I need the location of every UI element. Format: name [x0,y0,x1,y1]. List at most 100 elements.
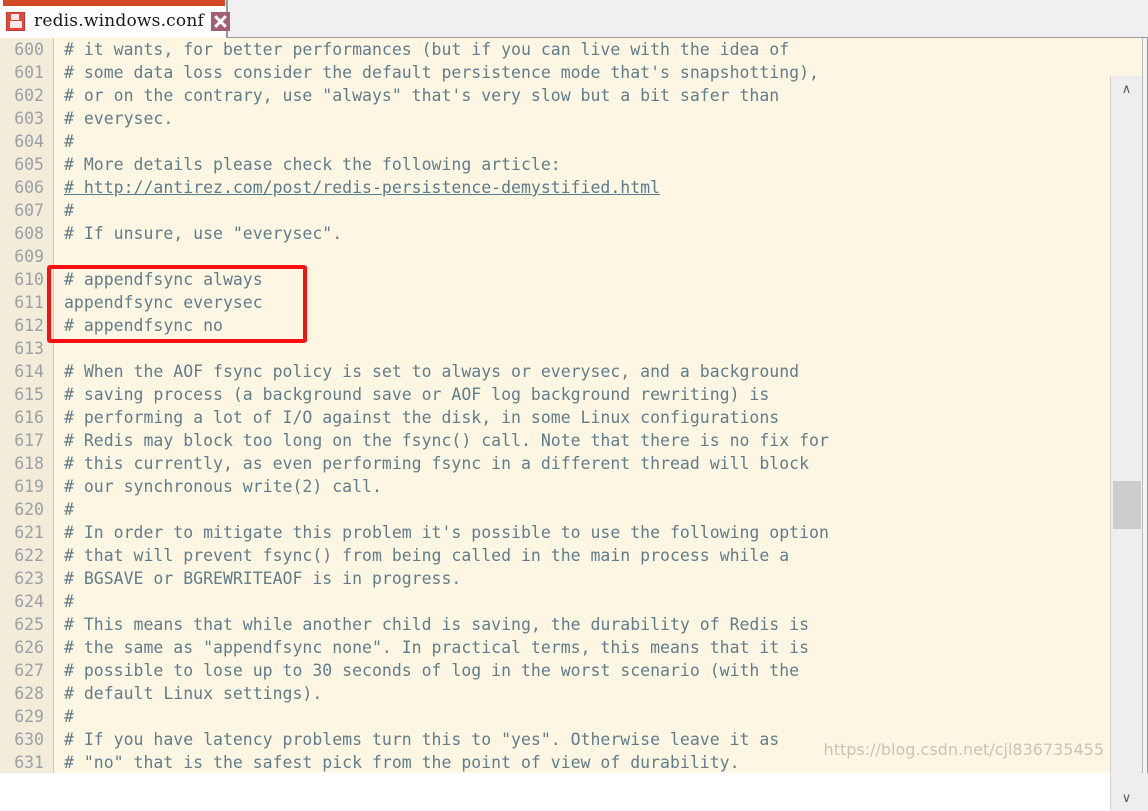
code-line[interactable]: 621 # In order to mitigate this problem i… [0,521,1110,544]
tab-title: redis.windows.conf [34,11,204,31]
vertical-scrollbar[interactable]: ∧ ∨ [1110,38,1148,811]
line-number: 620 [14,500,44,519]
code-line-text: # BGSAVE or BGREWRITEAOF is in progress. [64,569,462,588]
code-line-text: # that will prevent fsync() from being c… [64,546,790,565]
code-line-text: # our synchronous write(2) call. [64,477,382,496]
code-line[interactable]: 625 # This means that while another child… [0,613,1110,636]
line-number: 618 [14,454,44,473]
code-line[interactable]: 628 # default Linux settings). [0,682,1110,705]
line-number: 605 [14,155,44,174]
code-line-text: # default Linux settings). [64,684,323,703]
code-line[interactable]: 620 # [0,498,1110,521]
line-number: 602 [14,86,44,105]
line-number: 608 [14,224,44,243]
code-line-text: # If unsure, use "everysec". [64,224,343,243]
code-line[interactable]: 612 # appendfsync no [0,314,1110,337]
code-line-text: # or on the contrary, use "always" that'… [64,86,780,105]
line-number: 610 [14,270,44,289]
code-lines-container[interactable]: 600 # it wants, for better performances (… [0,38,1110,773]
line-number: 604 [14,132,44,151]
line-number: 628 [14,684,44,703]
editor-tab-redis-windows-conf[interactable]: redis.windows.conf [0,0,230,38]
code-line[interactable]: 616 # performing a lot of I/O against the… [0,406,1110,429]
code-line-text: # possible to lose up to 30 seconds of l… [64,661,800,680]
code-line-link[interactable]: # http://antirez.com/post/redis-persiste… [64,176,660,199]
line-number: 603 [14,109,44,128]
code-line-text: # appendfsync always [64,270,263,289]
scroll-down-arrow-icon[interactable]: ∨ [1111,785,1142,811]
line-number: 629 [14,707,44,726]
code-line[interactable]: 618 # this currently, as even performing … [0,452,1110,475]
code-line-text: # [64,592,74,611]
chevron-down-icon: ∨ [1121,790,1132,806]
code-line[interactable]: 614 # When the AOF fsync policy is set to… [0,360,1110,383]
code-line[interactable]: 605 # More details please check the follo… [0,153,1110,176]
code-line[interactable]: 602 # or on the contrary, use "always" th… [0,84,1110,107]
line-number: 619 [14,477,44,496]
scrollbar-outer-edge [1142,38,1148,773]
code-line-text: # this currently, as even performing fsy… [64,454,810,473]
code-line-text: # [64,707,74,726]
line-number: 625 [14,615,44,634]
line-number: 626 [14,638,44,657]
line-number: 609 [14,247,44,266]
vertical-scrollbar-thumb[interactable] [1113,481,1141,529]
code-line[interactable]: 604 # [0,130,1110,153]
code-line[interactable]: 607 # [0,199,1110,222]
code-line-text: # [64,201,74,220]
code-line-text: # it wants, for better performances (but… [64,40,790,59]
code-line-text: # This means that while another child is… [64,615,810,634]
line-number: 631 [14,753,44,772]
line-number: 614 [14,362,44,381]
code-line[interactable]: 622 # that will prevent fsync() from bein… [0,544,1110,567]
line-number: 617 [14,431,44,450]
code-line[interactable]: 619 # our synchronous write(2) call. [0,475,1110,498]
code-line-text: # the same as "appendfsync none". In pra… [64,638,810,657]
code-line[interactable]: 629 # [0,705,1110,728]
code-line-text: # In order to mitigate this problem it's… [64,523,829,542]
line-number: 616 [14,408,44,427]
code-editor[interactable]: 600 # it wants, for better performances (… [0,38,1148,773]
code-line[interactable]: 624 # [0,590,1110,613]
chevron-up-icon: ∧ [1121,81,1132,97]
code-line-text: # If you have latency problems turn this… [64,730,780,749]
watermark-text: https://blog.csdn.net/cjl836735455 [823,740,1104,759]
tab-active-accent-stripe [3,0,225,6]
line-number: 613 [14,339,44,358]
code-line[interactable]: 613 [0,337,1110,360]
code-line[interactable]: 627 # possible to lose up to 30 seconds o… [0,659,1110,682]
code-line[interactable]: 609 [0,245,1110,268]
code-line-text: # [64,500,74,519]
line-number: 622 [14,546,44,565]
code-line[interactable]: 606 # http://antirez.com/post/redis-persi… [0,176,1110,199]
code-line[interactable]: 615 # saving process (a background save o… [0,383,1110,406]
code-line[interactable]: 603 # everysec. [0,107,1110,130]
code-line-text: # performing a lot of I/O against the di… [64,408,780,427]
code-line-text: # Redis may block too long on the fsync(… [64,431,829,450]
code-line[interactable]: 611 appendfsync everysec [0,291,1110,314]
line-number: 607 [14,201,44,220]
floppy-disk-icon [6,12,25,31]
code-line[interactable]: 608 # If unsure, use "everysec". [0,222,1110,245]
line-number: 601 [14,63,44,82]
code-line[interactable]: 617 # Redis may block too long on the fsy… [0,429,1110,452]
line-number: 621 [14,523,44,542]
code-line-text: # [64,132,74,151]
close-icon[interactable] [210,12,230,31]
code-line[interactable]: 626 # the same as "appendfsync none". In … [0,636,1110,659]
scroll-up-arrow-icon[interactable]: ∧ [1111,76,1142,102]
code-line-text: # everysec. [64,109,174,128]
code-line[interactable]: 600 # it wants, for better performances (… [0,38,1110,61]
line-number: 600 [14,40,44,59]
code-line[interactable]: 623 # BGSAVE or BGREWRITEAOF is in progre… [0,567,1110,590]
code-line[interactable]: 601 # some data loss consider the default… [0,61,1110,84]
tab-bar: redis.windows.conf [0,0,1148,38]
code-line[interactable]: 610 # appendfsync always [0,268,1110,291]
line-number: 611 [14,293,44,312]
line-number: 623 [14,569,44,588]
line-number: 612 [14,316,44,335]
code-line-text: # saving process (a background save or A… [64,385,770,404]
line-number: 606 [14,178,44,197]
line-number: 615 [14,385,44,404]
code-line-text: # some data loss consider the default pe… [64,63,819,82]
